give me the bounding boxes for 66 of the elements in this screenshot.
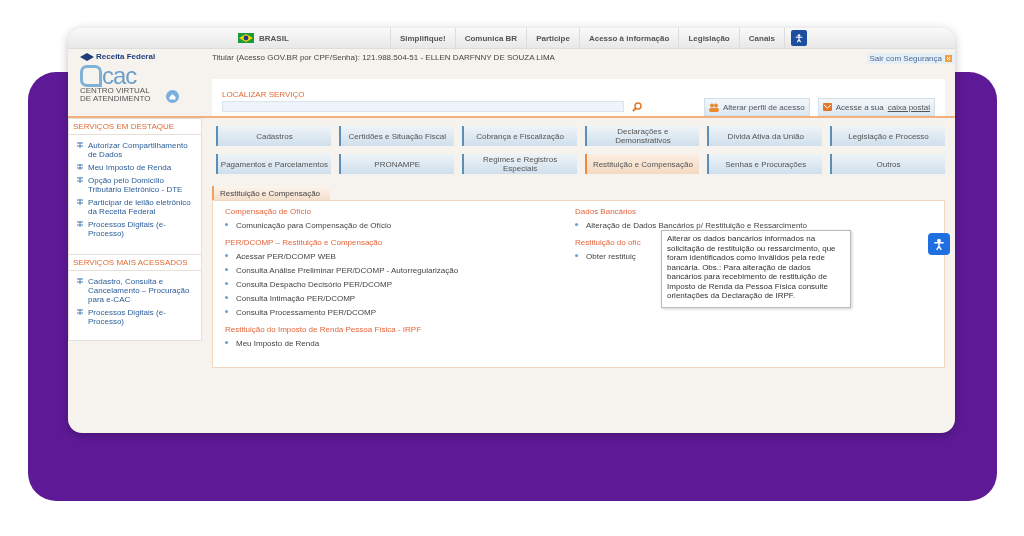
sidebar-link[interactable]: Processos Digitais (e-Processo) bbox=[69, 218, 201, 240]
search-field[interactable] bbox=[222, 101, 624, 112]
category-button[interactable]: Certidões e Situação Fiscal bbox=[338, 126, 454, 146]
group-heading: PER/DCOMP – Restituição e Compensação bbox=[225, 237, 383, 249]
sidebar-link[interactable]: Opção pelo Domicílio Tributário Eletrônico - DTE bbox=[69, 174, 201, 196]
bullet-icon bbox=[77, 177, 83, 183]
category-button[interactable]: Dívida Ativa da União bbox=[707, 126, 823, 146]
search-label: LOCALIZAR SERVIÇO bbox=[222, 90, 306, 99]
ecac-logo: cac CENTRO VIRTUAL DE ATENDIMENTO bbox=[80, 65, 152, 103]
bullet-icon bbox=[77, 221, 83, 227]
sidebar-link[interactable]: Processos Digitais (e-Processo) bbox=[69, 306, 201, 328]
brand-logo: Receita Federal bbox=[80, 52, 212, 61]
bullet-icon bbox=[77, 142, 83, 148]
group-heading: Dados Bancários bbox=[575, 206, 636, 218]
group-heading: Restituição do ofíc bbox=[575, 237, 641, 249]
category-button[interactable]: PRONAMPE bbox=[338, 154, 454, 174]
mail-icon bbox=[822, 103, 832, 111]
service-link[interactable]: Consulta Intimação PER/DCOMP bbox=[225, 294, 356, 308]
group-heading: Compensação de Ofício bbox=[225, 206, 311, 218]
gov-bar-link[interactable]: Legislação bbox=[679, 28, 740, 48]
bullet-icon bbox=[77, 164, 83, 170]
category-button[interactable]: Restituição e Compensação bbox=[584, 154, 700, 174]
mailbox-button[interactable]: Acesse a sua caixa postal bbox=[817, 98, 935, 116]
accessibility-icon[interactable] bbox=[791, 30, 807, 46]
service-link[interactable]: Acessar PER/DCOMP WEB bbox=[225, 252, 336, 266]
gov-bar-link[interactable]: Canais bbox=[739, 28, 785, 48]
country-label: BRASIL bbox=[259, 33, 289, 43]
service-link[interactable]: Meu Imposto de Renda bbox=[225, 339, 320, 353]
category-button[interactable]: Legislação e Processo bbox=[830, 126, 945, 146]
bullet-icon bbox=[77, 278, 83, 284]
section-tab[interactable]: Restituição e Compensação bbox=[212, 186, 331, 200]
category-button[interactable]: Pagamentos e Parcelamentos bbox=[216, 154, 331, 174]
close-icon[interactable] bbox=[945, 55, 952, 62]
category-button[interactable]: Regimes e Registros Especiais bbox=[461, 154, 577, 174]
gov-bar-link[interactable]: Comunica BR bbox=[455, 28, 528, 48]
category-button[interactable]: Senhas e Procurações bbox=[707, 154, 823, 174]
user-info: Titular (Acesso GOV.BR por CPF/Senha): 121.988.504-51 - ELLEN DARFNNY DE SOUZA LIMA bbox=[212, 53, 555, 62]
service-link[interactable]: Consulta Processamento PER/DCOMP bbox=[225, 308, 377, 322]
sidebar-heading: SERVIÇOS MAIS ACESSADOS bbox=[69, 255, 201, 271]
service-link[interactable]: Consulta Análise Preliminar PER/DCOMP - Autorregularização bbox=[225, 266, 459, 280]
category-button[interactable]: Cadastros bbox=[216, 126, 331, 146]
category-button[interactable]: Declarações e Demonstrativos bbox=[584, 126, 700, 146]
gov-bar-link[interactable]: Simplifique! bbox=[390, 28, 456, 48]
group-heading: Restituição do Imposto de Renda Pessoa Física - IRPF bbox=[225, 324, 422, 336]
accessibility-icon[interactable] bbox=[928, 233, 950, 255]
gov-bar-link[interactable]: Acesso à informação bbox=[579, 28, 680, 48]
gov-bar-link[interactable]: Participe bbox=[527, 28, 580, 48]
category-button[interactable]: Cobrança e Fiscalização bbox=[461, 126, 577, 146]
service-link[interactable]: Consulta Despacho Decisório PER/DCOMP bbox=[225, 280, 393, 294]
bullet-icon bbox=[77, 199, 83, 205]
sidebar-link[interactable]: Meu Imposto de Renda bbox=[69, 161, 201, 174]
profile-button[interactable]: Alterar perfil de acesso bbox=[703, 98, 810, 116]
search-icon[interactable] bbox=[632, 102, 642, 112]
category-button[interactable]: Outros bbox=[830, 154, 945, 174]
bullet-icon bbox=[77, 309, 83, 315]
sidebar-link[interactable]: Participar de leilão eletrônico da Receita Federal bbox=[69, 196, 201, 218]
people-icon bbox=[708, 102, 719, 112]
flag-icon bbox=[238, 33, 254, 43]
sidebar-link[interactable]: Cadastro, Consulta e Cancelamento – Procuração para e-CAC bbox=[69, 275, 201, 306]
service-link[interactable]: Obter restituiç bbox=[575, 252, 636, 266]
service-link[interactable]: Comunicação para Compensação de Ofício bbox=[225, 221, 392, 235]
sidebar-heading: SERVIÇOS EM DESTAQUE bbox=[69, 119, 201, 135]
logout-link[interactable]: Sair com Segurança bbox=[866, 53, 955, 64]
tooltip: Alterar os dados bancários informados na solicitação de restituição ou ressarcimento, que foram identificados como inválidos pela rede bancária. Obs.: Para alteração de dados bancários para recebimento de restituição de Imposto de Renda da Pessoa Física consulte orientações da Declaração de IRPF. bbox=[661, 230, 851, 308]
sidebar-link[interactable]: Autorizar Compartilhamento de Dados bbox=[69, 139, 201, 161]
home-icon[interactable] bbox=[166, 90, 179, 103]
